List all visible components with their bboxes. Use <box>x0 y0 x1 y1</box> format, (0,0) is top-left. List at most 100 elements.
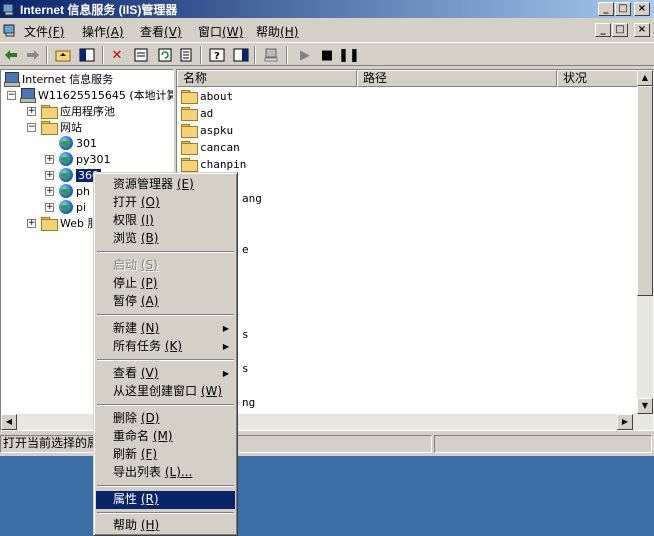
ctx-stop[interactable]: 停止 (P) <box>96 275 235 293</box>
list-item[interactable]: chanpin <box>181 156 246 172</box>
menu-separator <box>97 512 234 514</box>
column-header-status[interactable]: 状况 <box>557 70 639 87</box>
expand-site-icon[interactable]: + <box>45 203 54 212</box>
menu-action[interactable]: 操作(A) <box>82 23 124 40</box>
ctx-all-tasks[interactable]: 所有任务 (K) ▶ <box>96 338 235 356</box>
list-item-partial[interactable]: s <box>239 326 249 342</box>
tree-item-site[interactable]: pi <box>59 199 86 215</box>
maximize-button[interactable]: □ <box>615 2 631 16</box>
iis-root-icon <box>3 72 20 87</box>
tree-item-root[interactable]: Internet 信息服务 <box>3 71 113 87</box>
forward-icon[interactable] <box>24 46 42 64</box>
expand-site-icon[interactable]: + <box>45 155 54 164</box>
show-action-pane-icon[interactable] <box>232 46 250 64</box>
tree-item-websites[interactable]: 网站 <box>41 119 82 135</box>
list-pane: 名称 路径 状况 about ad aspku cancan chanpin a… <box>176 69 654 431</box>
mdi-restore-button[interactable]: □ <box>612 23 628 37</box>
mdi-minimize-button[interactable]: _ <box>595 23 611 37</box>
properties-icon[interactable] <box>132 46 150 64</box>
ctx-start: 启动 (S) <box>113 258 158 272</box>
up-folder-icon[interactable] <box>54 46 72 64</box>
show-hide-tree-icon[interactable] <box>78 46 96 64</box>
expand-app-pools-icon[interactable]: + <box>27 107 36 116</box>
column-header-name[interactable]: 名称 <box>177 70 357 87</box>
toolbar: ✕ ? ▶ ■ ❚❚ <box>0 42 654 66</box>
delete-icon[interactable]: ✕ <box>108 46 126 64</box>
ctx-browse[interactable]: 浏览 (B) <box>96 230 235 248</box>
ctx-permissions[interactable]: 权限 (I) <box>96 212 235 230</box>
refresh-icon[interactable] <box>156 46 174 64</box>
ctx-delete[interactable]: 删除 (D) <box>96 410 235 428</box>
tree-item-site[interactable]: ph <box>59 183 90 199</box>
toolbar-separator <box>46 46 48 64</box>
ctx-view[interactable]: 查看 (V) ▶ <box>96 365 235 383</box>
menu-bar: 文件(F) 操作(A) 查看(V) 窗口(W) 帮助(H) <box>0 20 654 40</box>
menu-help[interactable]: 帮助(H) <box>256 23 298 40</box>
ctx-explorer[interactable]: 资源管理器 (E) <box>96 176 235 194</box>
folder-icon <box>181 107 198 121</box>
ctx-pause[interactable]: 暂停 (A) <box>96 293 235 311</box>
iis-app-icon <box>2 3 14 16</box>
tree-item-server[interactable]: W11625515645 (本地计算机) <box>19 87 173 103</box>
tree-item-app-pools[interactable]: 应用程序池 <box>41 103 115 119</box>
stop-icon[interactable]: ■ <box>318 46 336 64</box>
ctx-refresh[interactable]: 刷新 (F) <box>96 446 235 464</box>
folder-icon <box>41 105 58 119</box>
menu-window[interactable]: 窗口(W) <box>198 23 243 40</box>
scroll-down-icon[interactable]: ▼ <box>637 398 653 414</box>
expand-site-icon[interactable]: + <box>45 187 54 196</box>
menu-view[interactable]: 查看(V) <box>140 23 182 40</box>
toolbar-separator <box>102 46 104 64</box>
title-bar[interactable]: Internet 信息服务 (IIS)管理器 _ □ × <box>0 0 654 18</box>
menu-file[interactable]: 文件(F) <box>24 23 64 40</box>
list-item-partial[interactable]: s <box>239 360 249 376</box>
help-icon[interactable]: ? <box>208 46 226 64</box>
computer-icon[interactable] <box>262 46 280 64</box>
list-item[interactable]: aspku <box>181 122 233 138</box>
tree-item-site[interactable]: py301 <box>59 151 111 167</box>
collapse-websites-icon[interactable]: − <box>27 123 36 132</box>
submenu-arrow-icon: ▶ <box>222 369 229 378</box>
menu-separator <box>97 485 234 487</box>
list-vertical-scrollbar[interactable]: ▲ ▼ <box>637 70 653 414</box>
toolbar-separator <box>254 46 256 64</box>
scroll-right-icon[interactable]: ▶ <box>617 414 633 430</box>
collapse-server-icon[interactable]: − <box>7 91 16 100</box>
scroll-left-icon[interactable]: ◀ <box>1 414 17 430</box>
toolbar-separator <box>200 46 202 64</box>
back-icon[interactable] <box>2 46 20 64</box>
ctx-open[interactable]: 打开 (O) <box>96 194 235 212</box>
close-button[interactable]: × <box>634 2 650 16</box>
folder-open-icon <box>41 121 58 135</box>
list-item[interactable]: ad <box>181 105 213 121</box>
scroll-up-icon[interactable]: ▲ <box>637 70 653 86</box>
website-globe-icon <box>59 168 73 182</box>
list-item-partial[interactable]: ang <box>239 190 262 206</box>
pause-icon[interactable]: ❚❚ <box>338 46 360 64</box>
minimize-button[interactable]: _ <box>598 2 614 16</box>
scroll-thumb[interactable] <box>637 86 653 296</box>
start-icon[interactable]: ▶ <box>296 46 314 64</box>
window-title: Internet 信息服务 (IIS)管理器 <box>20 3 178 17</box>
mdi-close-button[interactable]: × <box>634 23 650 37</box>
ctx-new[interactable]: 新建 (N) ▶ <box>96 320 235 338</box>
ctx-new-window-from-here[interactable]: 从这里创建窗口 (W) <box>96 383 235 401</box>
list-horizontal-scrollbar[interactable]: ▶ <box>177 414 653 430</box>
list-item-partial[interactable]: e <box>239 241 249 257</box>
expand-site-icon[interactable]: + <box>45 171 54 180</box>
toolbar-separator <box>286 46 288 64</box>
folder-icon <box>181 158 198 172</box>
export-list-icon[interactable] <box>178 46 196 64</box>
list-item-partial[interactable]: ng <box>239 394 255 410</box>
tree-item-site[interactable]: 301 <box>59 135 97 151</box>
ctx-export-list[interactable]: 导出列表 (L)... <box>96 464 235 482</box>
list-item[interactable]: about <box>181 88 233 104</box>
mmc-doc-icon[interactable] <box>2 22 18 38</box>
ctx-properties[interactable]: 属性 (R) <box>96 491 235 509</box>
expand-web-ext-icon[interactable]: + <box>27 219 36 228</box>
ctx-rename[interactable]: 重命名 (M) <box>96 428 235 446</box>
menu-separator <box>97 359 234 361</box>
ctx-help[interactable]: 帮助 (H) <box>96 517 235 535</box>
list-item[interactable]: cancan <box>181 139 240 155</box>
column-header-path[interactable]: 路径 <box>357 70 557 87</box>
